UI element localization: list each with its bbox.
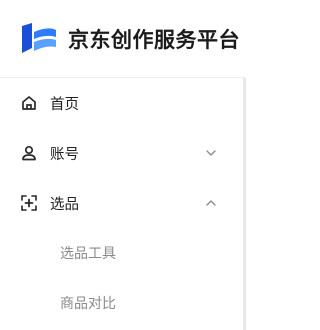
sidebar-item-home[interactable]: 首页 (0, 78, 243, 128)
brand-title: 京东创作服务平台 (68, 27, 240, 52)
chevron-down-icon[interactable] (205, 147, 217, 159)
sidebar-subitem-product-compare[interactable]: 商品对比 (0, 278, 243, 328)
select-product-icon (20, 194, 38, 212)
sidebar-item-select-products[interactable]: 选品 (0, 178, 243, 228)
sidebar-item-label: 首页 (50, 96, 79, 113)
sidebar-item-label: 账号 (50, 146, 79, 163)
user-icon (20, 144, 38, 162)
side-nav: 首页 账号 选品 选品工具 商品对比 (0, 78, 243, 328)
sidebar: 京东创作服务平台 首页 账号 选品 选品工具 商品对比 (0, 0, 246, 330)
chevron-up-icon[interactable] (205, 197, 217, 209)
sidebar-subitem-label: 商品对比 (60, 296, 116, 312)
sidebar-item-label: 选品 (50, 196, 79, 213)
sidebar-item-account[interactable]: 账号 (0, 128, 243, 178)
sidebar-subitem-product-tool[interactable]: 选品工具 (0, 228, 243, 278)
home-icon (20, 94, 38, 112)
sidebar-scrollbar[interactable] (243, 78, 246, 330)
jd-logo-icon (18, 22, 60, 56)
sidebar-subitem-label: 选品工具 (60, 246, 116, 262)
brand-header: 京东创作服务平台 (0, 0, 246, 78)
